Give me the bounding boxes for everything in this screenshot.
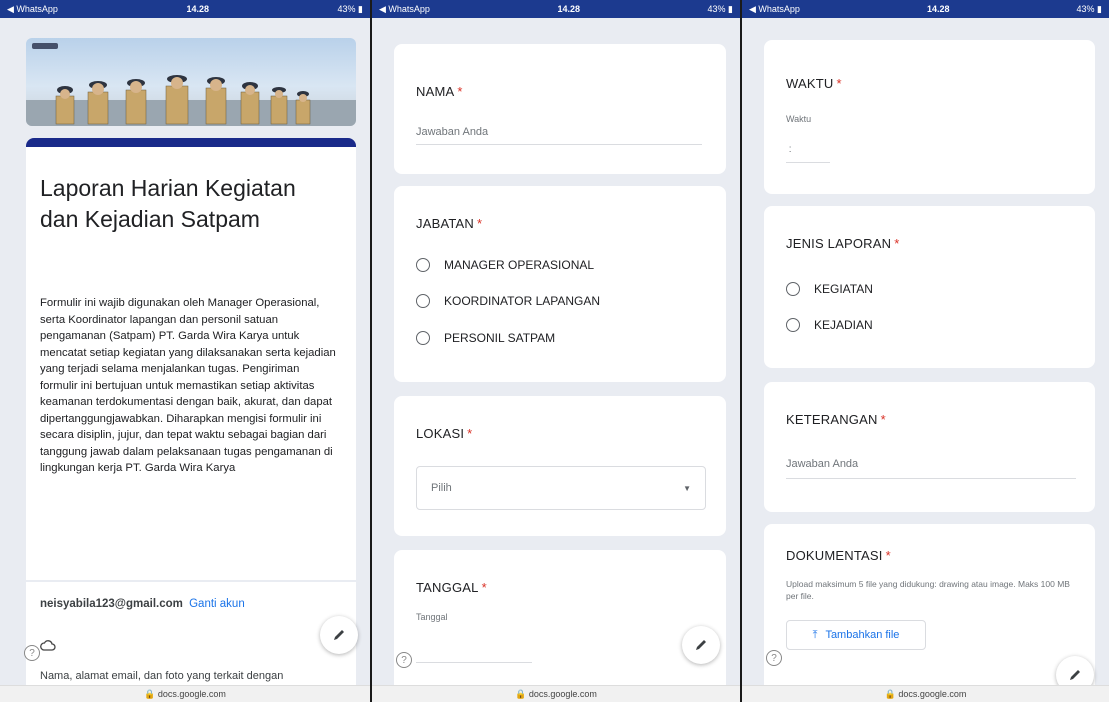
- add-file-button[interactable]: ⤒ Tambahkan file: [786, 620, 926, 650]
- url-bar: 🔒 docs.google.com: [372, 685, 740, 702]
- radio-option[interactable]: KOORDINATOR LAPANGAN: [416, 294, 600, 308]
- form-header-card: Laporan Harian Kegiatan dan Kejadian Sat…: [26, 138, 356, 580]
- edit-fab-button[interactable]: [320, 616, 358, 654]
- status-bar: ◀ WhatsApp 14.28 43% ▮: [372, 0, 740, 18]
- url-bar: 🔒 docs.google.com: [0, 685, 370, 702]
- battery-indicator: 43% ▮: [707, 3, 733, 14]
- radio-circle-icon: [786, 318, 800, 332]
- form-title: Laporan Harian Kegiatan dan Kejadian Sat…: [40, 175, 296, 232]
- question-title: TANGGAL *: [416, 580, 487, 595]
- question-card-keterangan: KETERANGAN * Jawaban Anda: [764, 382, 1095, 512]
- question-card-nama: NAMA * Jawaban Anda: [394, 44, 726, 174]
- question-title: WAKTU *: [786, 76, 842, 91]
- question-card-jenis-laporan: JENIS LAPORAN * KEGIATAN KEJADIAN: [764, 206, 1095, 368]
- url-bar: 🔒 docs.google.com: [742, 685, 1109, 702]
- question-card-dokumentasi: DOKUMENTASI * Upload maksimum 5 file yang…: [764, 524, 1095, 702]
- privacy-note: Nama, alamat email, dan foto yang terkai…: [40, 670, 284, 682]
- account-section: neisyabila123@gmail.com Ganti akun Nama,…: [26, 582, 356, 702]
- radio-option[interactable]: KEJADIAN: [786, 318, 873, 332]
- waktu-sublabel: Waktu: [786, 114, 812, 124]
- input-underline: [416, 144, 702, 145]
- radio-circle-icon: [416, 294, 430, 308]
- time-input[interactable]: :: [786, 144, 794, 155]
- question-card-waktu: WAKTU * Waktu :: [764, 40, 1095, 194]
- question-title: JABATAN *: [416, 216, 483, 231]
- question-title: LOKASI *: [416, 426, 473, 441]
- battery-indicator: 43% ▮: [337, 3, 363, 14]
- question-card-jabatan: JABATAN * MANAGER OPERASIONAL KOORDINATOR…: [394, 186, 726, 382]
- question-card-tanggal: TANGGAL * Tanggal: [394, 550, 726, 702]
- screen-2: ◀ WhatsApp 14.28 43% ▮ NAMA * Jawaban And…: [372, 0, 740, 702]
- nama-input[interactable]: Jawaban Anda: [416, 126, 488, 138]
- help-icon[interactable]: ?: [766, 650, 782, 666]
- cloud-save-icon: [40, 638, 56, 656]
- question-title: NAMA *: [416, 84, 463, 99]
- lokasi-dropdown[interactable]: Pilih ▼: [416, 466, 706, 510]
- radio-option[interactable]: PERSONIL SATPAM: [416, 331, 555, 345]
- help-icon[interactable]: ?: [396, 652, 412, 668]
- date-input[interactable]: [416, 662, 532, 663]
- dropdown-arrow-icon: ▼: [683, 483, 691, 493]
- pencil-icon: [334, 630, 344, 640]
- radio-circle-icon: [416, 258, 430, 272]
- radio-option[interactable]: KEGIATAN: [786, 282, 873, 296]
- keterangan-input[interactable]: Jawaban Anda: [786, 458, 858, 470]
- pencil-icon: [1070, 670, 1080, 680]
- time-input-underline: [786, 162, 830, 163]
- question-card-lokasi: LOKASI * Pilih ▼: [394, 396, 726, 536]
- question-title: JENIS LAPORAN *: [786, 236, 900, 251]
- back-to-whatsapp[interactable]: ◀ WhatsApp: [379, 4, 430, 15]
- account-email: neisyabila123@gmail.com: [40, 598, 183, 610]
- header-banner-image: [26, 38, 356, 126]
- status-time: 14.28: [557, 4, 580, 14]
- status-time: 14.28: [926, 4, 950, 14]
- screen-1: ◀ WhatsApp 14.28 43% ▮ Laporan Harian Ke…: [0, 0, 370, 702]
- back-to-whatsapp[interactable]: ◀ WhatsApp: [7, 4, 58, 15]
- status-bar: ◀ WhatsApp 14.28 43% ▮: [742, 0, 1109, 18]
- tanggal-sublabel: Tanggal: [416, 612, 448, 622]
- pencil-icon: [696, 640, 706, 650]
- input-underline: [786, 478, 1076, 479]
- screen-3: ◀ WhatsApp 14.28 43% ▮ WAKTU * Waktu : JE…: [742, 0, 1109, 702]
- account-line: neisyabila123@gmail.com Ganti akun: [40, 598, 245, 610]
- radio-circle-icon: [416, 331, 430, 345]
- help-icon[interactable]: ?: [24, 645, 40, 661]
- question-title: KETERANGAN *: [786, 412, 886, 427]
- upload-note: Upload maksimum 5 file yang didukung: dr…: [786, 579, 1070, 601]
- status-time: 14.28: [186, 4, 209, 14]
- back-to-whatsapp[interactable]: ◀ WhatsApp: [749, 4, 800, 15]
- upload-icon: ⤒: [812, 628, 818, 641]
- status-bar: ◀ WhatsApp 14.28 43% ▮: [0, 0, 370, 18]
- edit-fab-button[interactable]: [682, 626, 720, 664]
- form-description: Formulir ini wajib digunakan oleh Manage…: [40, 297, 336, 474]
- battery-indicator: 43% ▮: [1076, 3, 1102, 14]
- radio-circle-icon: [786, 282, 800, 296]
- switch-account-link[interactable]: Ganti akun: [189, 598, 245, 610]
- question-title: DOKUMENTASI *: [786, 548, 891, 563]
- radio-option[interactable]: MANAGER OPERASIONAL: [416, 258, 594, 272]
